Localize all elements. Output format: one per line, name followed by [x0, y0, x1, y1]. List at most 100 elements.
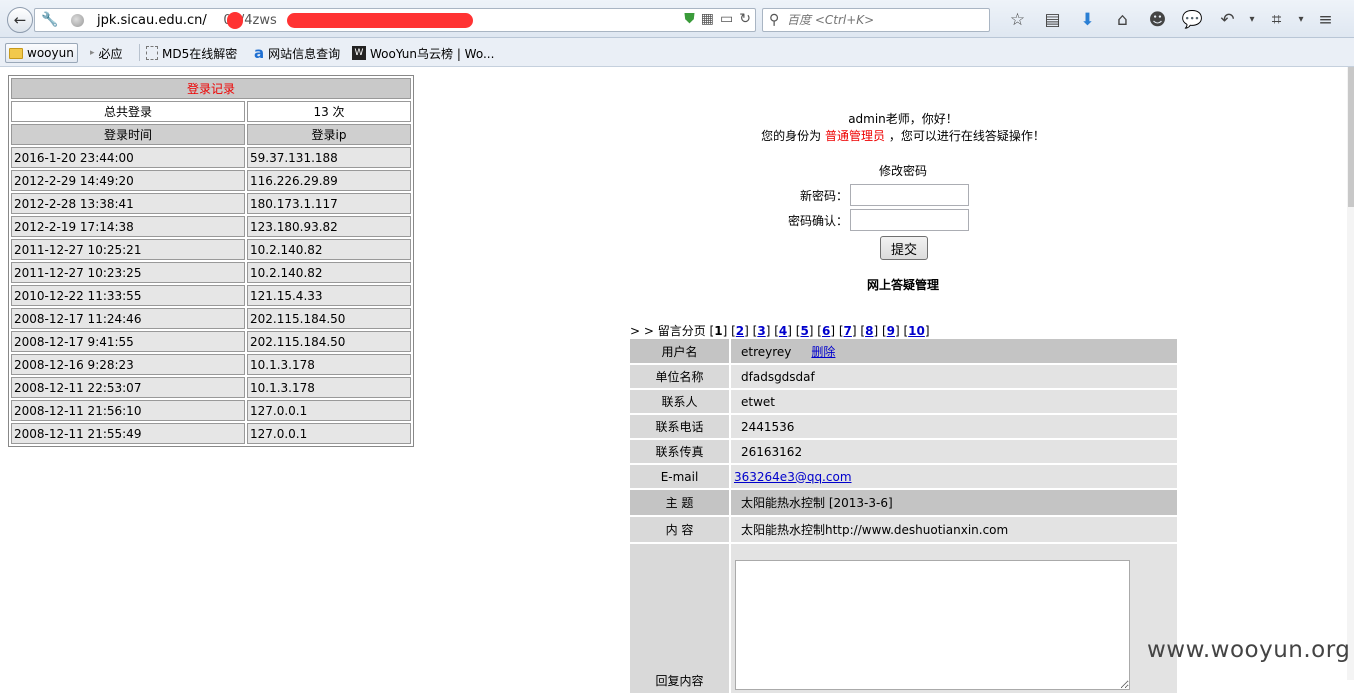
bookmark-label: 网站信息查询 — [268, 46, 341, 61]
total-login-value: 13 次 — [247, 101, 411, 122]
login-record-row: 2008-12-16 9:28:23 10.1.3.178 — [11, 354, 411, 375]
change-password-title: 修改密码 — [878, 164, 927, 178]
message-row: 内 容 太阳能热水控制http://www.deshuotianxin.com — [630, 516, 1177, 544]
new-password-label: 新密码： — [799, 188, 848, 203]
home-icon[interactable]: ⌂ — [1105, 8, 1140, 32]
login-time-cell: 2011-12-27 10:23:25 — [11, 262, 245, 283]
wrench-icon[interactable]: 🔧 — [41, 12, 58, 28]
reload-icon[interactable]: ↻ — [739, 11, 751, 27]
site-identity-icon[interactable] — [71, 14, 84, 27]
message-table: 用户名 etreyrey 删除 单位名称 dfadsgdsdaf 联系人 etwe… — [630, 339, 1177, 695]
pager-link-8[interactable]: 8 — [865, 324, 873, 338]
login-record-row: 2008-12-11 21:55:49 127.0.0.1 — [11, 423, 411, 444]
dropdown-icon[interactable]: ▾ — [1245, 8, 1259, 32]
search-input[interactable] — [787, 11, 983, 29]
field-value: 2441536 — [730, 414, 1177, 440]
login-ip-cell: 10.2.140.82 — [247, 239, 411, 260]
login-record-row: 2008-12-11 21:56:10 127.0.0.1 — [11, 400, 411, 421]
field-value: etreyrey 删除 — [730, 339, 1177, 365]
url-text[interactable]: jpk.sicau.edu.cn/ 07/4zws — [97, 13, 277, 28]
pager-link-3[interactable]: 3 — [757, 324, 765, 338]
login-time-cell: 2012-2-28 13:38:41 — [11, 193, 245, 214]
qr-code-icon[interactable]: ▦ — [701, 11, 714, 27]
back-button[interactable]: ← — [7, 7, 33, 33]
message-row: 联系传真 26163162 — [630, 439, 1177, 465]
login-record-row: 2016-1-20 23:44:00 59.37.131.188 — [11, 147, 411, 168]
reply-textarea[interactable] — [735, 560, 1130, 690]
email-link[interactable]: 363264e3@qq.com — [734, 470, 852, 484]
redaction-mark — [287, 13, 473, 28]
pager-link-9[interactable]: 9 — [887, 324, 895, 338]
new-password-row: 新密码： — [780, 184, 969, 206]
login-time-cell: 2011-12-27 10:25:21 — [11, 239, 245, 260]
total-login-label: 总共登录 — [11, 101, 245, 122]
qa-management-title: 网上答疑管理 — [866, 278, 939, 292]
pager-link-4[interactable]: 4 — [779, 324, 787, 338]
login-ip-cell: 123.180.93.82 — [247, 216, 411, 237]
emoji-icon[interactable]: ☻ — [1140, 8, 1175, 32]
bookmark-folder-wooyun[interactable]: wooyun — [5, 43, 78, 63]
search-bar[interactable]: ⚲ — [762, 8, 990, 32]
login-time-cell: 2008-12-17 9:41:55 — [11, 331, 245, 352]
pager-link-5[interactable]: 5 — [800, 324, 808, 338]
undo-icon[interactable]: ↶ — [1210, 8, 1245, 32]
bookmark-label: 必应 — [98, 46, 123, 61]
login-table-title: 登录记录 — [11, 78, 411, 99]
subject-value: 太阳能热水控制 [2013-3-6] — [730, 489, 1177, 517]
login-record-row: 2008-12-11 22:53:07 10.1.3.178 — [11, 377, 411, 398]
bookmark-bing[interactable]: ▸ 必应 — [90, 43, 123, 63]
field-label: 用户名 — [630, 339, 731, 365]
bookmark-wooyun-rank[interactable]: W WooYun乌云榜 | Wo... — [352, 43, 494, 63]
submit-button[interactable]: 提交 — [880, 236, 928, 260]
new-password-input[interactable] — [850, 184, 969, 206]
shield-icon[interactable]: ⛊ — [684, 11, 695, 27]
reply-cell — [730, 543, 1177, 695]
crop-icon[interactable]: ⌗ — [1259, 8, 1294, 32]
bookmarks-menu-icon[interactable]: ▤ — [1035, 8, 1070, 32]
username-value: etreyrey — [741, 344, 792, 359]
scrollbar-thumb[interactable] — [1348, 67, 1354, 207]
reader-view-icon[interactable]: ▭ — [720, 11, 733, 27]
field-label: 单位名称 — [630, 364, 731, 390]
bookmark-md5[interactable]: MD5在线解密 — [146, 43, 237, 63]
confirm-password-input[interactable] — [850, 209, 969, 231]
download-icon[interactable]: ⬇ — [1070, 8, 1105, 32]
browser-toolbar: ← 🔧 jpk.sicau.edu.cn/ 07/4zws ⛊ ▦ ▭ ↻ ⚲ … — [0, 0, 1354, 38]
bing-icon: ▸ — [90, 48, 95, 58]
field-value: dfadsgdsdaf — [730, 364, 1177, 390]
bookmark-site-info[interactable]: a 网站信息查询 — [254, 43, 340, 63]
login-ip-cell: 10.2.140.82 — [247, 262, 411, 283]
login-time-cell: 2008-12-17 11:24:46 — [11, 308, 245, 329]
chat-icon[interactable]: 💬 — [1175, 8, 1210, 32]
login-ip-cell: 127.0.0.1 — [247, 400, 411, 421]
message-row: 主 题 太阳能热水控制 [2013-3-6] — [630, 489, 1177, 517]
login-time-cell: 2008-12-11 21:56:10 — [11, 400, 245, 421]
login-time-cell: 2016-1-20 23:44:00 — [11, 147, 245, 168]
search-icon[interactable]: ⚲ — [769, 12, 779, 28]
login-time-cell: 2008-12-11 21:55:49 — [11, 423, 245, 444]
pager-prefix: > > 留言分页 [ — [630, 324, 715, 338]
pager-link-6[interactable]: 6 — [822, 324, 830, 338]
login-ip-cell: 10.1.3.178 — [247, 354, 411, 375]
login-record-row: 2011-12-27 10:23:25 10.2.140.82 — [11, 262, 411, 283]
role-suffix: ，您可以进行在线答疑操作！ — [885, 129, 1045, 143]
url-bar[interactable]: 🔧 jpk.sicau.edu.cn/ 07/4zws ⛊ ▦ ▭ ↻ — [34, 8, 756, 32]
delete-link[interactable]: 删除 — [811, 345, 835, 359]
column-header-ip: 登录ip — [247, 124, 411, 145]
menu-icon[interactable]: ≡ — [1308, 8, 1343, 32]
login-time-cell: 2012-2-19 17:14:38 — [11, 216, 245, 237]
login-record-row: 2012-2-29 14:49:20 116.226.29.89 — [11, 170, 411, 191]
pager-link-10[interactable]: 10 — [908, 324, 925, 338]
wooyun-icon: W — [352, 46, 366, 60]
content-value: 太阳能热水控制http://www.deshuotianxin.com — [730, 516, 1177, 544]
pager-link-7[interactable]: 7 — [844, 324, 852, 338]
message-row: 联系人 etwet — [630, 389, 1177, 415]
pager-link-2[interactable]: 2 — [736, 324, 744, 338]
bookmarks-bar: wooyun ▸ 必应 MD5在线解密 a 网站信息查询 W WooYun乌云榜… — [0, 38, 1354, 67]
bookmark-star-icon[interactable]: ☆ — [1000, 8, 1035, 32]
login-ip-cell: 127.0.0.1 — [247, 423, 411, 444]
field-label: 联系电话 — [630, 414, 731, 440]
confirm-password-label: 密码确认： — [787, 213, 848, 228]
dropdown-icon[interactable]: ▾ — [1294, 8, 1308, 32]
watermark: www.wooyun.org — [1147, 637, 1351, 663]
